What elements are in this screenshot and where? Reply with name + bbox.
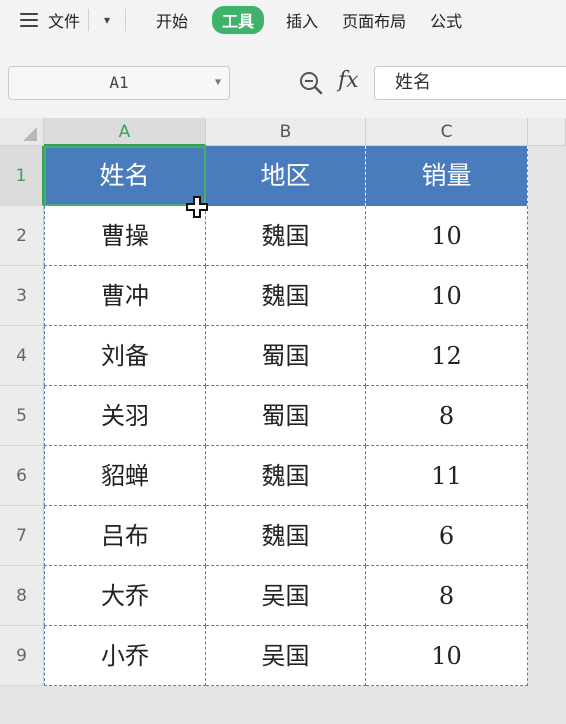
table-cell[interactable]: 小乔	[44, 626, 206, 686]
row-header-9[interactable]: 9	[0, 626, 44, 686]
table-cell[interactable]: 11	[366, 446, 528, 506]
table-cell[interactable]: 刘备	[44, 326, 206, 386]
table-cell[interactable]: 12	[366, 326, 528, 386]
menu-bar: 文件 ▾ 开始 工具 插入 页面布局 公式	[0, 0, 566, 41]
table-cell[interactable]: 魏国	[206, 206, 366, 266]
row-header-8[interactable]: 8	[0, 566, 44, 626]
formula-bar: A1 ▼ fx 姓名	[0, 40, 566, 118]
table-cell[interactable]: 吴国	[206, 626, 366, 686]
tab-page-layout[interactable]: 页面布局	[330, 8, 418, 32]
move-cursor-icon	[186, 196, 208, 218]
table-cell[interactable]: 8	[366, 386, 528, 446]
table-cell[interactable]: 8	[366, 566, 528, 626]
row-header-5[interactable]: 5	[0, 386, 44, 446]
column-header-c[interactable]: C	[366, 118, 528, 146]
tab-home[interactable]: 开始	[144, 8, 200, 32]
table-cell[interactable]: 10	[366, 266, 528, 326]
table-cell[interactable]: 10	[366, 206, 528, 266]
divider	[125, 9, 127, 31]
file-menu[interactable]: 文件	[48, 8, 80, 32]
name-box-value: A1	[109, 73, 129, 92]
column-header-b[interactable]: B	[206, 118, 366, 146]
table-cell[interactable]: 吴国	[206, 566, 366, 626]
table-cell[interactable]: 蜀国	[206, 386, 366, 446]
select-all-corner[interactable]	[0, 118, 44, 146]
table-cell[interactable]: 魏国	[206, 266, 366, 326]
table-cell[interactable]: 关羽	[44, 386, 206, 446]
table-cell[interactable]: 6	[366, 506, 528, 566]
column-header-a[interactable]: A	[44, 118, 206, 146]
divider	[88, 9, 90, 31]
chevron-down-icon[interactable]: ▼	[215, 67, 221, 99]
tab-insert[interactable]: 插入	[274, 8, 330, 32]
column-header-filler	[528, 118, 566, 146]
table-cell[interactable]: 貂蝉	[44, 446, 206, 506]
hamburger-menu-icon[interactable]	[20, 13, 38, 27]
table-cell[interactable]: 蜀国	[206, 326, 366, 386]
tab-formulas[interactable]: 公式	[418, 8, 474, 32]
table-cell[interactable]: 大乔	[44, 566, 206, 626]
row-header-4[interactable]: 4	[0, 326, 44, 386]
table-header-cell[interactable]: 地区	[206, 146, 366, 206]
chevron-down-icon[interactable]: ▾	[97, 13, 117, 27]
table-cell[interactable]: 吕布	[44, 506, 206, 566]
spreadsheet-grid: A B C 1 姓名 地区 销量 2 曹操 魏国 10 3 曹冲 魏国 10 4 刘备 蜀国 12 5 关羽 蜀国 8 6 貂蝉…	[0, 118, 566, 724]
table-cell[interactable]: 魏国	[206, 446, 366, 506]
row-header-6[interactable]: 6	[0, 446, 44, 506]
row-header-3[interactable]: 3	[0, 266, 44, 326]
table-cell[interactable]: 魏国	[206, 506, 366, 566]
table-header-cell[interactable]: 销量	[366, 146, 528, 206]
table-header-cell[interactable]: 姓名	[44, 146, 206, 206]
row-header-1[interactable]: 1	[0, 146, 44, 206]
tab-tools[interactable]: 工具	[212, 6, 265, 34]
formula-input[interactable]: 姓名	[374, 66, 566, 100]
row-header-7[interactable]: 7	[0, 506, 44, 566]
table-cell[interactable]: 曹冲	[44, 266, 206, 326]
row-header-2[interactable]: 2	[0, 206, 44, 266]
table-cell[interactable]: 10	[366, 626, 528, 686]
zoom-out-icon[interactable]	[298, 70, 324, 96]
function-fx-icon[interactable]: fx	[338, 68, 359, 93]
name-box[interactable]: A1 ▼	[8, 66, 230, 100]
table-cell[interactable]: 曹操	[44, 206, 206, 266]
